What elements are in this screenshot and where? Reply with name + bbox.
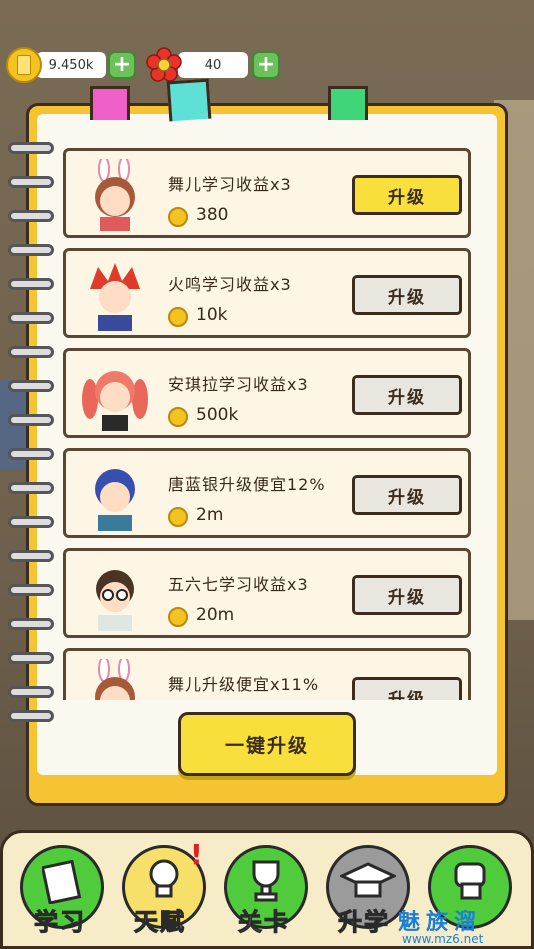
pink-twintail-girl-avatar-icon [82,371,148,431]
coin-counter: 9.450k + [6,47,136,83]
binder-ring [8,142,54,154]
bunny-girl-avatar-icon [95,159,135,231]
flower-counter: 40 + [146,47,280,82]
bunny-girl-avatar-icon [95,659,135,700]
binder-ring [8,710,54,722]
upgrade-button[interactable]: 升级 [352,575,462,615]
coin-icon [168,507,188,527]
upgrade-list[interactable]: 舞儿学习收益x3 380 升级 火鸣学习收益x3 10k 升级 安琪拉学习收益x… [63,148,471,700]
flower-icon [146,47,182,82]
binder-ring [8,686,54,698]
nav-level-label: 关卡 [238,908,290,937]
coin-amount: 9.450k [36,52,106,78]
binder-ring [8,346,54,358]
upgrade-card: 舞儿升级便宜x11% 升级 [63,648,471,700]
add-flowers-button[interactable]: + [252,51,280,79]
binder-ring [8,176,54,188]
watermark-url: www.mz6.net [402,932,484,946]
upgrade-button[interactable]: 升级 [352,175,462,215]
nav-study-label: 学习 [34,908,86,937]
binder-ring [8,312,54,324]
binder-ring [8,482,54,494]
one-key-upgrade-button[interactable]: 一键升级 [178,712,356,776]
binder-ring [8,380,54,392]
upgrade-title: 舞儿学习收益x3 [168,175,292,194]
upgrade-button[interactable]: 升级 [352,275,462,315]
upgrade-cost: 20m [196,605,235,625]
binder-ring [8,244,54,256]
upgrade-title: 舞儿升级便宜x11% [168,675,320,694]
binder-ring [8,618,54,630]
binder-ring [8,516,54,528]
tab-pink[interactable] [90,86,130,120]
tab-cyan[interactable] [166,78,212,122]
add-coins-button[interactable]: + [108,51,136,79]
coin-icon [168,407,188,427]
binder-ring [8,278,54,290]
upgrade-cost: 10k [196,305,228,325]
upgrade-card: 唐蓝银升级便宜12% 2m 升级 [63,448,471,538]
upgrade-button[interactable]: 升级 [352,375,462,415]
alert-badge: ! [190,838,203,871]
upgrade-title: 安琪拉学习收益x3 [168,375,309,394]
upgrade-title: 火鸣学习收益x3 [168,275,292,294]
blue-hair-boy-avatar-icon [95,469,135,531]
nav-promotion-label: 升学 [338,908,390,937]
binder-ring [8,550,54,562]
upgrade-cost: 2m [196,505,224,525]
upgrade-button[interactable]: 升级 [352,475,462,515]
upgrade-card: 安琪拉学习收益x3 500k 升级 [63,348,471,438]
binder-ring [8,652,54,664]
upgrade-button[interactable]: 升级 [352,677,462,700]
red-hair-boy-avatar-icon [90,263,140,331]
upgrade-card: 舞儿学习收益x3 380 升级 [63,148,471,238]
coin-icon [6,47,42,83]
glasses-boy-avatar-icon [96,570,134,631]
binder-ring [8,448,54,460]
upgrade-card: 五六七学习收益x3 20m 升级 [63,548,471,638]
coin-icon [168,207,188,227]
binder-ring [8,414,54,426]
upgrade-cost: 380 [196,205,229,225]
flower-amount: 40 [178,52,248,78]
upgrade-title: 五六七学习收益x3 [168,575,309,594]
nav-talent-label: 天赋 [134,908,186,937]
binder-ring [8,210,54,222]
binder-ring [8,584,54,596]
coin-icon [168,307,188,327]
coin-icon [168,607,188,627]
upgrade-cost: 500k [196,405,239,425]
upgrade-card: 火鸣学习收益x3 10k 升级 [63,248,471,338]
tab-green[interactable] [328,86,368,120]
upgrade-title: 唐蓝银升级便宜12% [168,475,326,494]
